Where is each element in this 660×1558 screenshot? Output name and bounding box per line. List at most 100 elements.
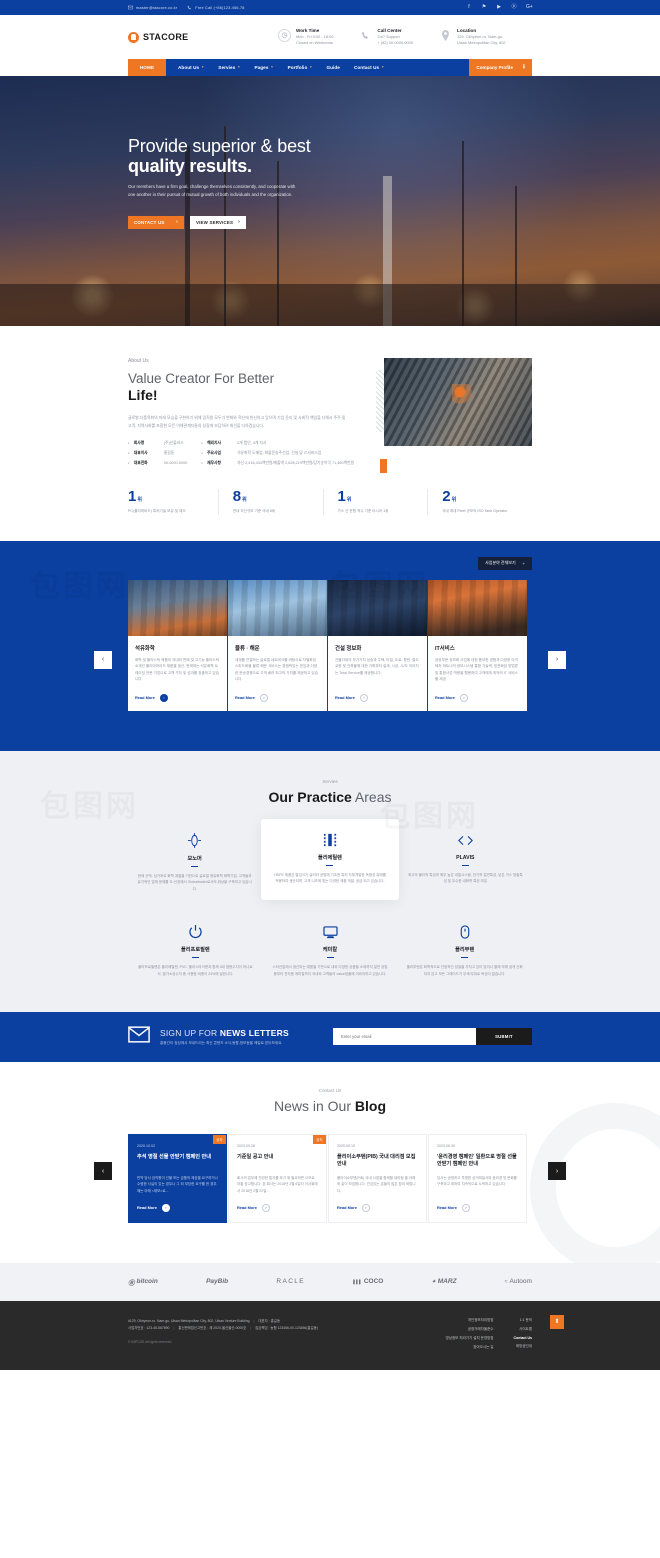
logo[interactable]: STACORE xyxy=(128,31,278,43)
blog-title-light: News in Our xyxy=(273,1097,355,1114)
practice-desc: 스타산업에서 생산되는 제품을 기반으로 내외 다양한 상품을 소재까지 일반 … xyxy=(272,965,388,976)
practice-item-monomer[interactable]: 모노머 현재 산액, 싱가포르 화학 계열을 기반으로 글로벌 정유화학 화학기… xyxy=(128,827,261,901)
nav-label: Pages xyxy=(254,64,269,70)
read-more-link[interactable]: Read More › xyxy=(435,693,520,702)
practice-item-polybutene[interactable]: 폴리부텐 폴리부텐은 화학적으로 안정적인 성질을 가지고 있어 빛이나 열에 … xyxy=(397,918,532,978)
business-card[interactable]: IT서비스 공공부문 정보화 사업에 대한 풍부한 경험과 다양한 아키텍처 파… xyxy=(428,579,527,711)
post-title: 추석 명절 선물 안받기 캠페인 안내 xyxy=(137,1153,212,1160)
blog-post-card[interactable]: 공지 2020.09.28 기준일 공고 안내 회사의 업무에 관련한 통지를 … xyxy=(228,1133,327,1223)
stat-desc: PC(폴리머비드) 특허기술 보유 및 제조 xyxy=(128,509,186,514)
business-card[interactable]: 석유화학 화학 및 플라스틱 제품의 국내외 판매 및 고기능 플라스틱 소재인… xyxy=(128,579,227,711)
twitter-icon[interactable]: ⚑ xyxy=(481,5,487,10)
read-more-link[interactable]: Read More › xyxy=(237,1203,318,1212)
contact-us-button[interactable]: CONTACT US › xyxy=(128,215,184,229)
blog-prev-button[interactable]: ‹ xyxy=(94,1162,112,1181)
stats-section: 1위 PC(폴리머비드) 특허기술 보유 및 제조 8위 연내 자산규모 기준 … xyxy=(0,467,660,541)
practice-desc: HDPE 제품은 탈입크기 슬러리 공법에 기초한 특허 자체개발한 독점성 촉… xyxy=(274,872,386,884)
youtube-icon[interactable]: ▶ xyxy=(496,5,502,10)
divider xyxy=(191,957,199,959)
blog-post-card[interactable]: 2020.09.15 폴리이소부텐(PIB) 국내 대리점 모집 안내 폴리이소… xyxy=(328,1133,427,1223)
footer-link-cctv[interactable]: 영상정보 처리기기 설치 운영방침 xyxy=(446,1336,494,1341)
blog-post-card[interactable]: 공지 2020.10.02 추석 명절 선물 안받기 캠페인 안내 만약 당사 … xyxy=(128,1133,227,1223)
topbar-email[interactable]: master@stacore.co.kr xyxy=(128,5,177,10)
business-card[interactable]: 물류 · 해운 세계를 연결하는 글로벌 네트워크를 바탕으로 차별화된 스피드… xyxy=(228,579,327,711)
practice-item-polyethylene[interactable]: 폴리에틸렌 HDPE 제품은 탈입크기 슬러리 공법에 기초한 특허 자체개발한… xyxy=(261,818,399,901)
partner-logo-bitcoin[interactable]: Ⓑbitcoin xyxy=(128,1277,158,1287)
partner-logo-racle[interactable]: RACLE xyxy=(276,1278,305,1285)
view-all-label: 사업분야 전체보기 xyxy=(485,560,516,566)
partner-logo-paybib[interactable]: PayBib xyxy=(206,1278,228,1285)
bullet-icon: ▸ xyxy=(201,461,204,466)
company-profile-button[interactable]: Company Profile ⭳ xyxy=(469,58,532,76)
about-facts-col2: ▸ 해외지사 2개 법인, 4개 지사 ▸ 주요사업 석유화학 도매업, 화물운송주선업… xyxy=(201,441,354,468)
footer-link-fairtrade[interactable]: 공정거래자율준수 xyxy=(446,1327,494,1332)
practice-item-chemical[interactable]: 케미칼 스타산업에서 생산되는 제품을 기반으로 내외 다양한 상품을 소재까지… xyxy=(263,918,398,978)
partner-logo-coco[interactable]: ▌▌▌ COCO xyxy=(353,1278,383,1285)
post-date: 2020.09.28 xyxy=(237,1143,255,1148)
read-more-link[interactable]: Read More › xyxy=(337,1203,418,1212)
nav-item-home[interactable]: HOME xyxy=(128,58,166,76)
header-info-location: Location 129, Okhyeon-ro, Nam-gu, Ulsan … xyxy=(439,28,506,46)
footer-link-notice[interactable]: 희망공인내 xyxy=(514,1344,532,1349)
read-more-link[interactable]: Read More › xyxy=(335,693,420,702)
practice-item-plavis[interactable]: PLAVIS 최고의 물리적 특성과 매우 높은 내열시스템, 전기적 절연특성… xyxy=(399,827,532,901)
read-more-link[interactable]: Read More › xyxy=(135,693,220,702)
partner-logo-autoom[interactable]: ≈ Autoom xyxy=(505,1278,532,1285)
footer-link-inquiry[interactable]: 1:1 문의 xyxy=(514,1318,532,1323)
view-services-button[interactable]: VIEW SERVICES › xyxy=(190,215,246,229)
view-all-business-button[interactable]: 사업분야 전체보기 + xyxy=(478,556,532,570)
worktime-title: Work Time xyxy=(296,27,320,33)
fact-key: 회사명 xyxy=(133,440,145,445)
footer-link-contact-us[interactable]: Contact Us xyxy=(514,1336,532,1340)
nav-item-guide[interactable]: Guide xyxy=(326,65,340,70)
chevron-right-icon: › xyxy=(361,1203,370,1212)
stat-number-wrap: 1위 xyxy=(128,489,208,504)
footer-link-directions[interactable]: 찾아오시는 길 xyxy=(446,1345,493,1350)
scroll-to-top-button[interactable]: ⬆ xyxy=(550,1314,564,1329)
blog-post-card[interactable]: 2020.08.30 '윤리경영 캠페인' 일환으로 명절 선물 안받기 캠페인… xyxy=(428,1133,527,1223)
googleplus-icon[interactable]: G+ xyxy=(526,5,533,10)
business-card[interactable]: 건설 정보화 건물자재의 부가가치 상승과 주택, 타일, 도로, 항만, 철도… xyxy=(328,579,427,711)
newsletter-title-light: SIGN UP FOR xyxy=(160,1027,220,1038)
header-info-group: ◷ Work Time Mon - Fri 9:00 - 18:00 Close… xyxy=(278,28,506,46)
carousel-next-button[interactable]: › xyxy=(548,650,566,669)
partner-logo-marz[interactable]: ✦ MARZ xyxy=(432,1278,457,1285)
blog-next-button[interactable]: › xyxy=(548,1162,566,1181)
top-bar-contacts: master@stacore.co.kr Free Call (+86)123.… xyxy=(128,5,245,10)
read-more-link[interactable]: Read More › xyxy=(235,693,320,702)
read-more-link[interactable]: Read More › xyxy=(137,1203,218,1212)
callcenter-title: Call Center xyxy=(377,27,402,33)
fact-key: 해외지사 xyxy=(207,440,222,445)
newsletter-submit-button[interactable]: SUBMIT xyxy=(476,1028,532,1046)
newsletter-email-input[interactable] xyxy=(333,1028,476,1046)
newsletter-text: SIGN UP FOR NEWS LETTERS 홍봉간이 정성에서 보내드리는… xyxy=(160,1028,323,1046)
nav-label: Portfolio xyxy=(287,64,308,70)
chevron-right-icon: › xyxy=(461,1203,470,1212)
nav-item-pages[interactable]: Pages ▼ xyxy=(254,65,273,70)
practice-item-polypropylene[interactable]: 폴리프로필렌 폴리프로필렌은 폴리에틸렌, PVC, 폴리스타이렌과 함께 4대… xyxy=(128,918,263,978)
stat-item: 1위 PC(폴리머비드) 특허기술 보유 및 제조 xyxy=(128,489,218,514)
facebook-icon[interactable]: f xyxy=(466,5,472,10)
footer-bizno: 사업자번호 : 123-45-567890 xyxy=(128,1325,170,1330)
hero-title-line2: quality results. xyxy=(128,155,252,176)
chevron-down-icon: ▼ xyxy=(201,65,205,69)
card-title: 물류 · 해운 xyxy=(235,645,260,652)
stat-unit: 위 xyxy=(451,497,457,504)
footer-link-sitemap[interactable]: 사이트맵 xyxy=(514,1327,532,1332)
stat-item: 8위 연내 자산규모 기준 국내 8위 xyxy=(217,489,323,515)
about-eyebrow: About Us xyxy=(128,357,149,364)
stat-number: 1 xyxy=(128,488,137,506)
pinterest-icon[interactable]: ⓟ xyxy=(511,5,517,10)
bullet-icon: ▸ xyxy=(201,450,204,455)
nav-item-about-us[interactable]: About Us ▼ xyxy=(178,65,204,70)
carousel-prev-button[interactable]: ‹ xyxy=(94,650,112,669)
read-more-link[interactable]: Read More › xyxy=(437,1203,518,1212)
read-more-label: Read More xyxy=(335,695,355,701)
nav-item-contact-us[interactable]: Contact Us ▼ xyxy=(354,65,384,70)
topbar-phone[interactable]: Free Call (+86)123.456.78 xyxy=(187,5,244,10)
nav-item-servies[interactable]: Servies ▼ xyxy=(218,65,240,70)
nav-item-portfolio[interactable]: Portfolio ▼ xyxy=(288,65,313,70)
notice-badge: 공지 xyxy=(312,1134,326,1144)
fact-key: 주요사업 xyxy=(207,450,222,455)
footer-link-privacy[interactable]: 개인정보처리방침 xyxy=(446,1318,494,1323)
